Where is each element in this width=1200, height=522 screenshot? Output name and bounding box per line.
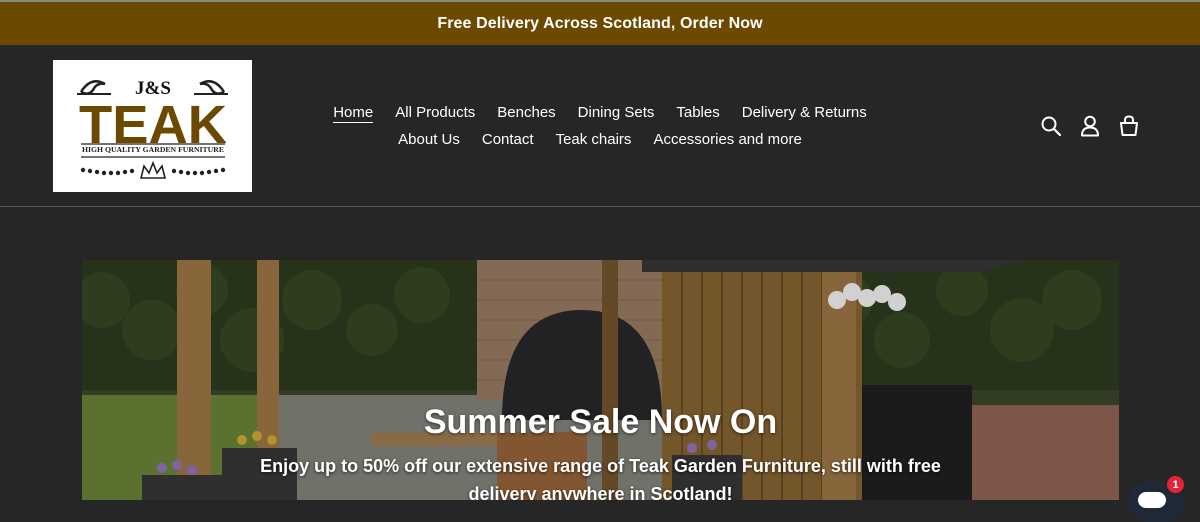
hero-title: Summer Sale Now On [423, 403, 778, 441]
nav-link-about-us[interactable]: About Us [387, 126, 471, 153]
nav-row-primary: Home All Products Benches Dining Sets Ta… [300, 99, 900, 126]
site-logo[interactable]: J&S TEAK HIGH QUALITY GARDEN FURNITURE [53, 60, 252, 192]
search-icon[interactable] [1040, 114, 1062, 138]
nav-link-benches[interactable]: Benches [486, 99, 566, 126]
nav-link-home[interactable]: Home [322, 99, 384, 126]
site-header: J&S TEAK HIGH QUALITY GARDEN FURNITURE H… [0, 45, 1200, 207]
header-icons [1040, 114, 1144, 140]
logo-graphic: J&S TEAK HIGH QUALITY GARDEN FURNITURE [77, 78, 228, 179]
cart-icon[interactable] [1118, 114, 1140, 138]
main-navigation: Home All Products Benches Dining Sets Ta… [300, 99, 900, 153]
nav-link-all-products[interactable]: All Products [384, 99, 486, 126]
svg-text:HIGH QUALITY GARDEN FURNITURE: HIGH QUALITY GARDEN FURNITURE [82, 145, 224, 154]
nav-link-contact[interactable]: Contact [471, 126, 545, 153]
chat-bubble-icon [1138, 492, 1166, 508]
nav-link-dining-sets[interactable]: Dining Sets [567, 99, 666, 126]
nav-link-accessories[interactable]: Accessories and more [642, 126, 812, 153]
announcement-bar[interactable]: Free Delivery Across Scotland, Order Now [0, 0, 1200, 45]
nav-link-tables[interactable]: Tables [665, 99, 730, 126]
hero-banner[interactable]: Summer Sale Now On Enjoy up to 50% off o… [82, 260, 1119, 500]
announcement-text: Free Delivery Across Scotland, Order Now [437, 14, 763, 32]
nav-row-secondary: About Us Contact Teak chairs Accessories… [300, 126, 900, 153]
account-icon[interactable] [1079, 114, 1101, 138]
nav-link-teak-chairs[interactable]: Teak chairs [545, 126, 643, 153]
chat-notification-badge: 1 [1165, 474, 1186, 495]
hero-subtitle: Enjoy up to 50% off our extensive range … [260, 456, 941, 500]
nav-link-delivery-returns[interactable]: Delivery & Returns [731, 99, 878, 126]
nav-link-label: Home [333, 104, 374, 123]
